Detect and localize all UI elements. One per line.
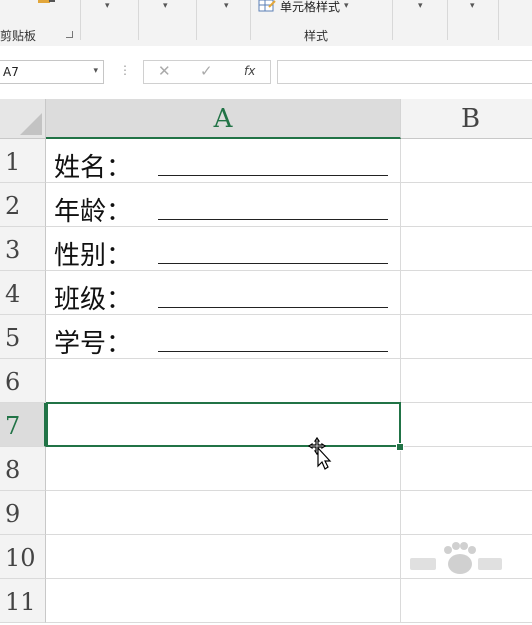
select-all-button[interactable] — [0, 99, 46, 139]
name-box[interactable]: A7 ▾ — [0, 60, 104, 84]
chevron-down-icon[interactable]: ▾ — [105, 1, 110, 11]
chevron-down-icon[interactable]: ▾ — [418, 1, 423, 11]
cell-a2[interactable]: 年龄： — [46, 183, 401, 227]
clipboard-dialog-launcher-icon[interactable] — [66, 31, 73, 38]
fill-in-underline — [158, 219, 388, 220]
select-all-triangle-icon — [20, 113, 42, 135]
chevron-down-icon[interactable]: ▾ — [163, 1, 168, 11]
row-header-2[interactable]: 2 — [0, 183, 46, 227]
cell-text: 性别： — [54, 241, 133, 271]
row-header-11[interactable]: 11 — [0, 579, 46, 623]
cell-a8[interactable] — [46, 447, 401, 491]
fill-in-underline — [158, 263, 388, 264]
cell-b11[interactable] — [401, 579, 532, 623]
row-header-4[interactable]: 4 — [0, 271, 46, 315]
cell-text: 学号： — [54, 329, 133, 359]
cell-a1[interactable]: 姓名： — [46, 139, 401, 183]
clipboard-group-label: 剪贴板 — [0, 29, 37, 43]
row-header-5[interactable]: 5 — [0, 315, 46, 359]
cell-text: 年龄： — [54, 197, 133, 227]
cell-b5[interactable] — [401, 315, 532, 359]
cell-a6[interactable] — [46, 359, 401, 403]
styles-group-label: 样式 — [304, 29, 329, 43]
cell-text: 班级： — [54, 285, 133, 315]
enter-icon[interactable]: ✓ — [200, 62, 213, 80]
insert-function-button[interactable]: fx — [244, 64, 255, 78]
cell-a3[interactable]: 性别： — [46, 227, 401, 271]
cell-b1[interactable] — [401, 139, 532, 183]
cell-b7[interactable] — [401, 403, 532, 447]
chevron-down-icon[interactable]: ▾ — [224, 1, 229, 11]
cell-b4[interactable] — [401, 271, 532, 315]
column-header-a[interactable]: A — [46, 99, 401, 139]
cell-b6[interactable] — [401, 359, 532, 403]
formula-input[interactable] — [277, 60, 532, 84]
ribbon-divider — [447, 0, 448, 40]
fill-in-underline — [158, 351, 388, 352]
row-header-9[interactable]: 9 — [0, 491, 46, 535]
cell-styles-label: 单元格样式 — [280, 0, 341, 14]
ribbon-divider — [138, 0, 139, 40]
cell-b2[interactable] — [401, 183, 532, 227]
fill-in-underline — [158, 307, 388, 308]
chevron-down-icon[interactable]: ▾ — [93, 66, 98, 76]
cell-text: 姓名： — [54, 153, 133, 183]
row-header-8[interactable]: 8 — [0, 447, 46, 491]
ribbon: 剪贴板 ▾ ▾ ▾ 单元格样式 ▾ 样式 ▾ ▾ — [0, 0, 532, 47]
name-box-value: A7 — [3, 65, 19, 79]
ribbon-divider — [80, 0, 81, 40]
format-painter-icon[interactable] — [36, 0, 56, 8]
fill-in-underline — [158, 175, 388, 176]
column-header-b[interactable]: B — [401, 99, 532, 139]
cell-styles-button[interactable]: 单元格样式 ▾ — [258, 0, 349, 15]
ribbon-divider — [498, 0, 499, 40]
ribbon-divider — [392, 0, 393, 40]
cell-a5[interactable]: 学号： — [46, 315, 401, 359]
row-header-3[interactable]: 3 — [0, 227, 46, 271]
chevron-down-icon: ▾ — [344, 1, 349, 11]
cell-b8[interactable] — [401, 447, 532, 491]
chevron-down-icon[interactable]: ▾ — [470, 1, 475, 11]
formula-bar-grip-icon[interactable]: ⋮ — [119, 63, 131, 77]
row-header-10[interactable]: 10 — [0, 535, 46, 579]
cell-b9[interactable] — [401, 491, 532, 535]
cancel-icon[interactable]: ✕ — [158, 62, 171, 80]
formula-buttons: ✕ ✓ fx — [143, 60, 271, 84]
move-cursor-icon — [307, 436, 332, 470]
cell-b3[interactable] — [401, 227, 532, 271]
row-header-7[interactable]: 7 — [0, 403, 46, 447]
row-header-1[interactable]: 1 — [0, 139, 46, 183]
cell-a10[interactable] — [46, 535, 401, 579]
cell-a4[interactable]: 班级： — [46, 271, 401, 315]
ribbon-divider — [250, 0, 251, 40]
baidu-watermark-icon — [410, 542, 502, 574]
cell-a9[interactable] — [46, 491, 401, 535]
cell-a11[interactable] — [46, 579, 401, 623]
fill-handle[interactable] — [396, 443, 404, 451]
cell-a7[interactable] — [46, 403, 401, 447]
ribbon-divider — [196, 0, 197, 40]
cell-styles-icon — [258, 0, 276, 12]
row-header-6[interactable]: 6 — [0, 359, 46, 403]
